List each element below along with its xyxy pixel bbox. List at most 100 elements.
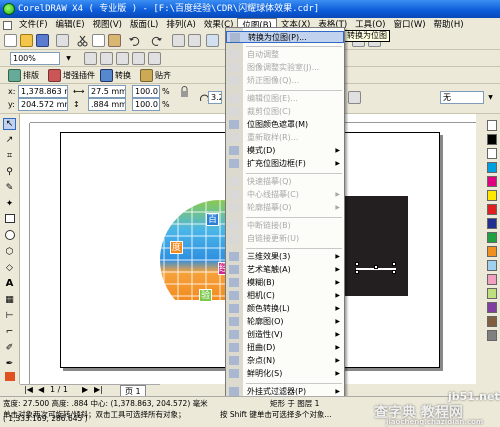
application-launcher-icon[interactable] <box>206 34 219 47</box>
menu-item-23[interactable]: 杂点(N) ▶ <box>226 355 344 367</box>
selection-center-handle[interactable] <box>374 265 378 269</box>
menu-item-6[interactable]: 位图颜色遮罩(M) <box>226 119 344 131</box>
typeset-button[interactable]: 排版 <box>23 70 39 82</box>
new-icon[interactable] <box>4 34 17 47</box>
last-page-icon[interactable]: ▶| <box>94 385 103 394</box>
export-icon[interactable] <box>188 34 201 47</box>
chevron-down-icon[interactable]: ▼ <box>62 52 75 65</box>
submenu-arrow-icon: ▶ <box>335 318 340 325</box>
y-position-field[interactable]: 204.572 mm <box>18 98 68 111</box>
menu-item-22[interactable]: 扭曲(D) ▶ <box>226 342 344 354</box>
menu-item-8[interactable]: 模式(D) ▶ <box>226 145 344 157</box>
text-tool-icon[interactable]: A <box>3 278 16 290</box>
rectangle-tool-icon[interactable] <box>5 214 15 223</box>
menu-layout[interactable]: 版面(L) <box>126 18 162 32</box>
copy-icon[interactable] <box>92 34 105 47</box>
swatch-purple[interactable] <box>487 302 497 313</box>
zoom-level-select[interactable]: 100% <box>10 52 60 65</box>
pick-tool-icon[interactable]: ↖ <box>3 118 16 130</box>
menu-view[interactable]: 视图(V) <box>89 18 126 32</box>
save-icon[interactable] <box>36 34 49 47</box>
swatch-yellow[interactable] <box>487 190 497 201</box>
swatch-green[interactable] <box>487 232 497 243</box>
menu-item-15[interactable]: 三维效果(3) ▶ <box>226 251 344 263</box>
swatch-light-blue[interactable] <box>487 260 497 271</box>
swatch-red[interactable] <box>487 204 497 215</box>
zoom-width-icon[interactable] <box>116 52 129 65</box>
menu-arrange[interactable]: 排列(A) <box>162 18 199 32</box>
zoom-page-icon[interactable] <box>100 52 113 65</box>
chevron-down-icon[interactable]: ▼ <box>484 91 497 104</box>
polygon-tool-icon[interactable]: ⬡ <box>3 246 16 258</box>
swatch-blue[interactable] <box>487 218 497 229</box>
swatch-cyan[interactable] <box>487 162 497 173</box>
swatch-white[interactable] <box>487 148 497 159</box>
import-icon[interactable] <box>172 34 185 47</box>
selection-handle[interactable] <box>355 262 359 266</box>
menu-item-16[interactable]: 艺术笔触(A) ▶ <box>226 264 344 276</box>
zoom-height-icon[interactable] <box>132 52 145 65</box>
zoom-tool-icon[interactable]: ⚲ <box>3 166 16 178</box>
swatch-black[interactable] <box>487 134 497 145</box>
crop-tool-icon[interactable]: ⌗ <box>3 150 16 162</box>
swatch-pink[interactable] <box>487 274 497 285</box>
rotation-angle-field[interactable]: 3.2 <box>208 91 222 104</box>
previous-page-icon[interactable]: ◀ <box>38 385 44 394</box>
freehand-tool-icon[interactable]: ✎ <box>3 182 16 194</box>
paste-icon[interactable] <box>108 34 121 47</box>
menu-item-24[interactable]: 鲜明化(S) ▶ <box>226 368 344 380</box>
swatch-brown[interactable] <box>487 316 497 327</box>
dimension-tool-icon[interactable]: ⊢ <box>3 310 16 322</box>
selection-handle[interactable] <box>355 270 359 274</box>
fill-tool-icon[interactable] <box>5 372 15 381</box>
menu-item-21[interactable]: 创造性(V) ▶ <box>226 329 344 341</box>
ellipse-tool-icon[interactable] <box>5 230 15 240</box>
menu-item-18[interactable]: 相机(C) ▶ <box>226 290 344 302</box>
enhance-plugin-button[interactable]: 增强插件 <box>63 70 95 82</box>
menu-item-0[interactable]: 转换为位图(P)... <box>226 31 344 43</box>
selection-handle[interactable] <box>392 262 396 266</box>
cut-icon[interactable] <box>76 34 89 47</box>
menu-item-label: 鲜明化(S) <box>247 369 283 378</box>
menu-window[interactable]: 窗口(W) <box>390 18 430 32</box>
table-tool-icon[interactable]: ▦ <box>3 294 16 306</box>
smart-fill-tool-icon[interactable]: ✦ <box>3 198 16 210</box>
menu-edit[interactable]: 编辑(E) <box>52 18 89 32</box>
scale-y-field[interactable]: 100.0 <box>132 98 160 111</box>
print-icon[interactable] <box>56 34 69 47</box>
swatch-none[interactable] <box>487 120 497 131</box>
black-rectangle[interactable] <box>342 196 408 296</box>
mirror-icon[interactable] <box>348 91 361 104</box>
swatch-gray[interactable] <box>487 330 497 341</box>
menu-help[interactable]: 帮助(H) <box>430 18 468 32</box>
next-page-icon[interactable]: ▶ <box>82 385 88 394</box>
menu-file[interactable]: 文件(F) <box>15 18 52 32</box>
selection-handle[interactable] <box>392 270 396 274</box>
x-position-field[interactable]: 1,378.863 mm <box>18 85 68 98</box>
menu-item-19[interactable]: 颜色转换(L) ▶ <box>226 303 344 315</box>
connector-tool-icon[interactable]: ⌐ <box>3 326 16 338</box>
swatch-orange[interactable] <box>487 246 497 257</box>
lock-ratio-icon[interactable] <box>178 85 191 98</box>
height-field[interactable]: .884 mm <box>88 98 126 111</box>
shape-tool-icon[interactable]: ↗ <box>3 134 16 146</box>
convert-button[interactable]: 转换 <box>115 70 131 82</box>
undo-icon[interactable] <box>128 34 141 47</box>
redo-icon[interactable] <box>150 34 163 47</box>
menu-item-17[interactable]: 模糊(B) ▶ <box>226 277 344 289</box>
swatch-light-green[interactable] <box>487 288 497 299</box>
outline-tool-icon[interactable]: ✒ <box>3 358 16 370</box>
menu-item-20[interactable]: 轮廓图(O) ▶ <box>226 316 344 328</box>
zoom-fit-icon[interactable] <box>84 52 97 65</box>
swatch-magenta[interactable] <box>487 176 497 187</box>
eyedropper-tool-icon[interactable]: ✐ <box>3 342 16 354</box>
width-field[interactable]: 27.5 mm <box>88 85 126 98</box>
open-icon[interactable] <box>20 34 33 47</box>
snap-grid-icon[interactable] <box>148 52 161 65</box>
first-page-icon[interactable]: |◀ <box>24 385 33 394</box>
basic-shapes-tool-icon[interactable]: ◇ <box>3 262 16 274</box>
menu-item-9[interactable]: 扩充位图边框(F) ▶ <box>226 158 344 170</box>
outline-width-select[interactable]: 无 <box>440 91 484 104</box>
snap-button[interactable]: 贴齐 <box>155 70 171 82</box>
scale-x-field[interactable]: 100.0 <box>132 85 160 98</box>
